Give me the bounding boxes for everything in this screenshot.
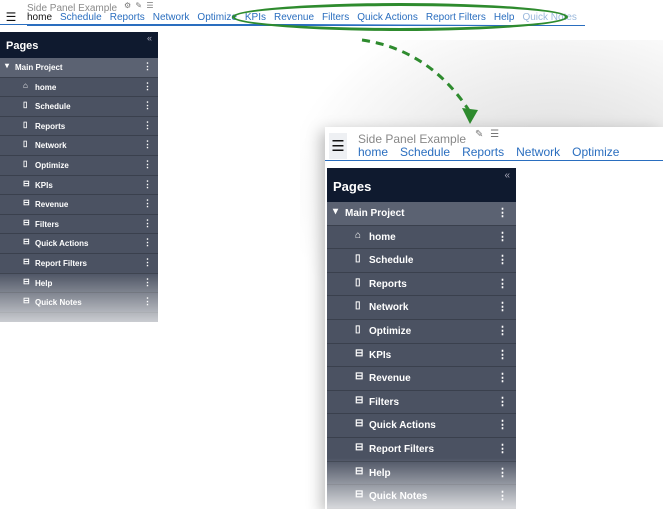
tree-label: Quick Actions	[369, 420, 436, 432]
kebab-menu-icon[interactable]: ⋮	[497, 277, 508, 290]
nav-link-optimize[interactable]: Optimize	[572, 145, 619, 159]
page-icon: ▯	[355, 323, 361, 335]
app-title: Side Panel Example	[358, 132, 467, 146]
tree-label: Filters	[369, 396, 400, 408]
kebab-menu-icon[interactable]: ⋮	[497, 418, 508, 431]
kebab-menu-icon[interactable]: ⋮	[497, 371, 508, 384]
tree-item-filters[interactable]: ⊟ Filters ⋮	[327, 391, 516, 415]
fade-overlay	[327, 458, 516, 509]
tree-label: Report Filters	[369, 443, 435, 455]
panel-icon: ⊟	[355, 394, 364, 406]
kebab-menu-icon[interactable]: ⋮	[497, 324, 508, 337]
side-panel-header: Pages «	[327, 168, 516, 202]
tree-item-revenue[interactable]: ⊟ Revenue ⋮	[327, 367, 516, 391]
tree-label: Optimize	[369, 325, 412, 337]
kebab-menu-icon[interactable]: ⋮	[497, 395, 508, 408]
side-panel: Pages « ▾ Main Project ⋮ ⌂ home ⋮ ▯ Schedule…	[327, 168, 516, 509]
tree-item-reports[interactable]: ▯ Reports ⋮	[327, 273, 516, 297]
page-icon: ▯	[355, 276, 361, 288]
tree-item-home[interactable]: ⌂ home ⋮	[327, 226, 516, 250]
tree-label: Schedule	[369, 255, 414, 267]
panel-icon: ⊟	[355, 371, 364, 383]
panel-icon: ⊟	[355, 441, 364, 453]
kebab-menu-icon[interactable]: ⋮	[497, 300, 508, 313]
top-nav: home Schedule Reports Network Optimize	[358, 145, 631, 159]
hamburger-menu-icon[interactable]: ☰	[329, 133, 347, 159]
house-icon: ⌂	[355, 229, 362, 241]
kebab-menu-icon[interactable]: ⋮	[497, 230, 508, 243]
nav-link-schedule[interactable]: Schedule	[400, 145, 450, 159]
tree-label: Main Project	[345, 208, 405, 219]
tree-label: Network	[369, 302, 409, 314]
page-icon: ▯	[355, 253, 361, 265]
collapse-icon[interactable]: «	[504, 170, 510, 181]
tree-item-optimize[interactable]: ▯ Optimize ⋮	[327, 320, 516, 344]
tree-label: KPIs	[369, 349, 392, 361]
kebab-menu-icon[interactable]: ⋮	[497, 206, 508, 219]
nav-link-reports[interactable]: Reports	[462, 145, 504, 159]
nav-underline	[325, 160, 663, 161]
panel-icon: ⊟	[355, 418, 364, 430]
tree-label: home	[369, 231, 396, 243]
large-screenshot: ☰ Side Panel Example ✎ ☰ home Schedule Rep…	[325, 127, 663, 509]
nav-link-network[interactable]: Network	[516, 145, 560, 159]
tree-item-network[interactable]: ▯ Network ⋮	[327, 296, 516, 320]
chevron-down-icon[interactable]: ▾	[333, 206, 338, 217]
kebab-menu-icon[interactable]: ⋮	[497, 253, 508, 266]
tree-main-project[interactable]: ▾ Main Project ⋮	[327, 202, 516, 226]
tree-item-quick-actions[interactable]: ⊟ Quick Actions ⋮	[327, 414, 516, 438]
kebab-menu-icon[interactable]: ⋮	[497, 348, 508, 361]
toolbar-icons[interactable]: ✎ ☰	[475, 129, 501, 140]
tree-label: Reports	[369, 278, 407, 290]
tree-item-schedule[interactable]: ▯ Schedule ⋮	[327, 249, 516, 273]
tree-item-kpis[interactable]: ⊟ KPIs ⋮	[327, 344, 516, 368]
tree-label: Revenue	[369, 373, 411, 385]
page-icon: ▯	[355, 300, 361, 312]
side-panel-title: Pages	[333, 179, 372, 194]
kebab-menu-icon[interactable]: ⋮	[497, 442, 508, 455]
nav-link-home[interactable]: home	[358, 145, 388, 159]
panel-icon: ⊟	[355, 347, 364, 359]
